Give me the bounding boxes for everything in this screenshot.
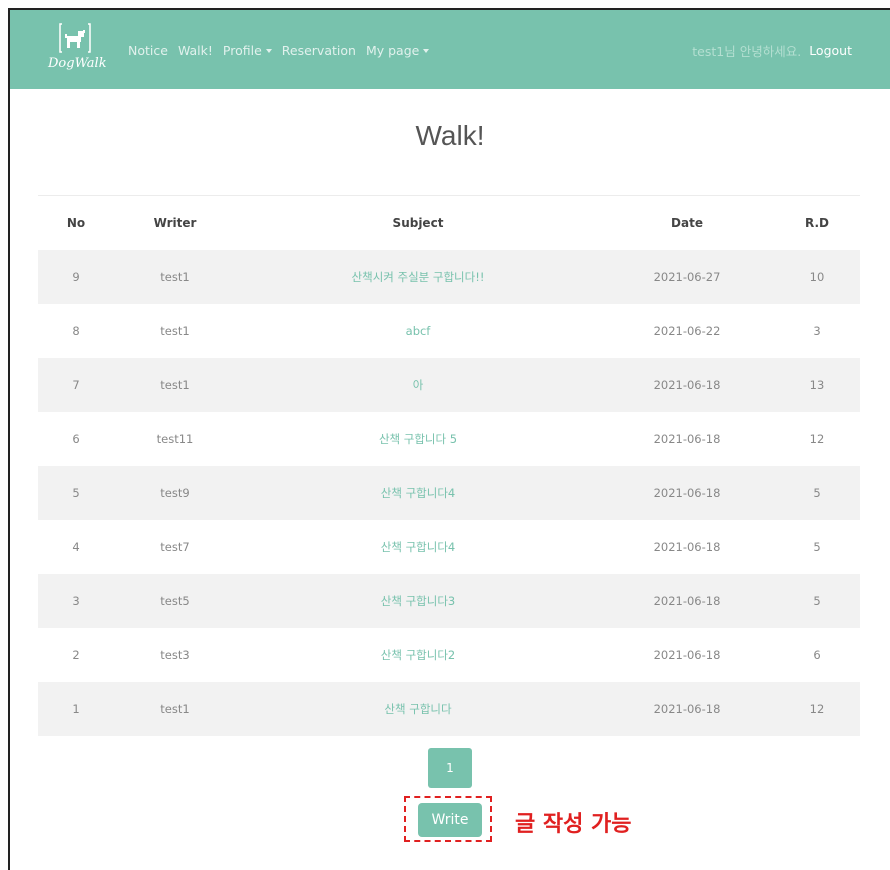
cell-rd: 12	[809, 432, 825, 446]
brand-logo[interactable]: DogWalk	[46, 22, 116, 78]
nav-profile-label: Profile	[222, 42, 262, 58]
cell-rd: 12	[809, 702, 825, 716]
nav-profile-dropdown[interactable]: Profile	[223, 43, 272, 58]
caret-down-icon	[423, 48, 430, 53]
cell-rd: 3	[813, 324, 821, 338]
cell-subject: 산책 구합니다4	[236, 539, 600, 555]
subject-link[interactable]: 산책시켜 주실분 구합니다!!	[352, 270, 485, 284]
board-table: No Writer Subject Date R.D 9 test1 산책시켜 주실…	[38, 195, 860, 736]
brand-name: DogWalk	[48, 56, 107, 71]
table-body: 9 test1 산책시켜 주실분 구합니다!! 2021-06-27 10 8 test1 a…	[38, 250, 860, 736]
cell-writer: test5	[160, 594, 190, 608]
cell-writer: test1	[160, 270, 190, 284]
nav-links: Notice Walk! Profile Reservation My page	[128, 39, 430, 61]
navbar: DogWalk Notice Walk! Profile Reservation…	[10, 10, 890, 89]
cell-rd: 5	[813, 594, 821, 608]
cell-subject: 산책 구합니다3	[236, 593, 600, 609]
subject-link[interactable]: 산책 구합니다	[384, 702, 451, 716]
cell-rd: 5	[813, 486, 821, 500]
table-row: 8 test1 abcf 2021-06-22 3	[38, 304, 860, 358]
nav-walk-label: Walk!	[177, 42, 213, 58]
table-row: 9 test1 산책시켜 주실분 구합니다!! 2021-06-27 10	[38, 250, 860, 304]
subject-link[interactable]: 아	[413, 378, 424, 392]
header-subject: Subject	[392, 216, 444, 230]
header-no: No	[66, 216, 86, 230]
caret-down-icon	[265, 48, 272, 53]
cell-date: 2021-06-27	[653, 270, 721, 284]
subject-link[interactable]: 산책 구합니다4	[381, 486, 455, 500]
subject-link[interactable]: 산책 구합니다3	[381, 594, 455, 608]
cell-subject: 산책 구합니다4	[236, 485, 600, 501]
page-title: Walk!	[415, 120, 485, 151]
nav-reservation[interactable]: Reservation	[282, 43, 356, 58]
table-row: 7 test1 아 2021-06-18 13	[38, 358, 860, 412]
nav-notice[interactable]: Notice	[128, 43, 168, 58]
table-row: 3 test5 산책 구합니다3 2021-06-18 5	[38, 574, 860, 628]
header-date: Date	[671, 216, 703, 230]
cell-date: 2021-06-18	[653, 378, 721, 392]
cell-subject: 산책 구합니다	[236, 701, 600, 717]
table-row: 5 test9 산책 구합니다4 2021-06-18 5	[38, 466, 860, 520]
user-greeting: test1님 안녕하세요.	[692, 43, 802, 59]
cell-date: 2021-06-22	[653, 324, 721, 338]
cell-no: 5	[72, 486, 80, 500]
pagination-page-button[interactable]: 1	[428, 748, 472, 788]
table-row: 2 test3 산책 구합니다2 2021-06-18 6	[38, 628, 860, 682]
cell-no: 1	[72, 702, 80, 716]
subject-link[interactable]: abcf	[406, 324, 431, 338]
cell-rd: 6	[813, 648, 821, 662]
cell-no: 7	[72, 378, 80, 392]
cell-rd: 5	[813, 540, 821, 554]
dog-logo-icon	[59, 23, 91, 53]
cell-date: 2021-06-18	[653, 432, 721, 446]
cell-date: 2021-06-18	[653, 540, 721, 554]
logout-link[interactable]: Logout	[809, 43, 852, 58]
write-button[interactable]: Write	[418, 803, 482, 837]
cell-subject: 산책시켜 주실분 구합니다!!	[236, 269, 600, 285]
subject-link[interactable]: 산책 구합니다4	[381, 540, 455, 554]
cell-writer: test1	[160, 378, 190, 392]
cell-date: 2021-06-18	[653, 702, 721, 716]
header-writer: Writer	[153, 216, 197, 230]
subject-link[interactable]: 산책 구합니다 5	[379, 432, 457, 446]
cell-subject: abcf	[236, 324, 600, 338]
nav-mypage-label: My page	[365, 42, 420, 58]
cell-writer: test9	[160, 486, 190, 500]
table-row: 1 test1 산책 구합니다 2021-06-18 12	[38, 682, 860, 736]
cell-writer: test7	[160, 540, 190, 554]
cell-subject: 산책 구합니다 5	[236, 431, 600, 447]
cell-date: 2021-06-18	[653, 594, 721, 608]
cell-date: 2021-06-18	[653, 648, 721, 662]
nav-mypage-dropdown[interactable]: My page	[365, 42, 430, 58]
nav-reservation-label: Reservation	[281, 42, 356, 58]
cell-no: 2	[72, 648, 80, 662]
page-frame: DogWalk Notice Walk! Profile Reservation…	[8, 8, 890, 870]
cell-date: 2021-06-18	[653, 486, 721, 500]
table-header-row: No Writer Subject Date R.D	[38, 196, 860, 250]
nav-walk[interactable]: Walk!	[178, 43, 213, 58]
cell-no: 6	[72, 432, 80, 446]
cell-writer: test1	[160, 324, 190, 338]
cell-no: 9	[72, 270, 80, 284]
cell-no: 4	[72, 540, 80, 554]
write-annotation: 글 작성 가능	[515, 812, 632, 837]
cell-writer: test3	[160, 648, 190, 662]
cell-subject: 아	[236, 377, 600, 393]
cell-no: 8	[72, 324, 80, 338]
cell-subject: 산책 구합니다2	[236, 647, 600, 663]
table-row: 4 test7 산책 구합니다4 2021-06-18 5	[38, 520, 860, 574]
subject-link[interactable]: 산책 구합니다2	[381, 648, 455, 662]
cell-rd: 10	[809, 270, 825, 284]
cell-rd: 13	[809, 378, 825, 392]
cell-no: 3	[72, 594, 80, 608]
cell-writer: test11	[156, 432, 194, 446]
nav-notice-label: Notice	[128, 42, 168, 58]
cell-writer: test1	[160, 702, 190, 716]
header-rd: R.D	[805, 216, 829, 230]
table-row: 6 test11 산책 구합니다 5 2021-06-18 12	[38, 412, 860, 466]
user-area: test1님 안녕하세요. Logout	[692, 39, 852, 61]
